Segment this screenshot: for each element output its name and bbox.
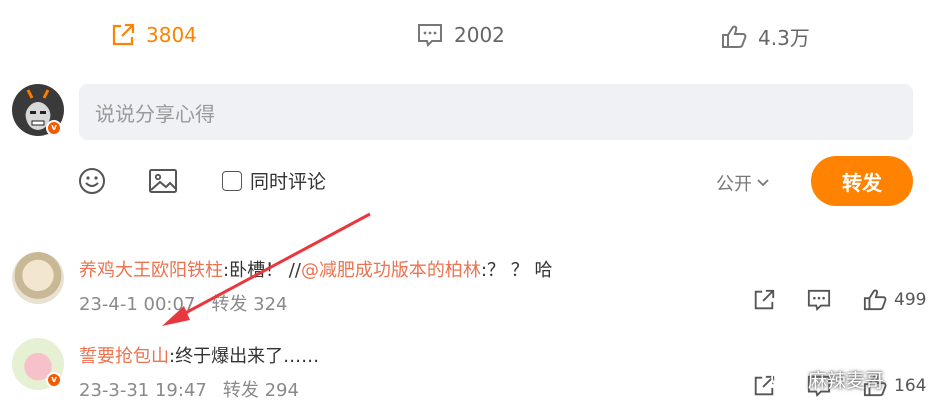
comment-icon	[418, 24, 442, 47]
also-comment-label: 同时评论	[250, 171, 327, 193]
comment-forward-link[interactable]: 转发 294	[223, 380, 299, 401]
visibility-select[interactable]: 公开	[716, 170, 770, 196]
comment-forward-link[interactable]: 转发 324	[211, 294, 287, 315]
comment-meta: 23-4-1 00:07 转发 324	[79, 290, 303, 316]
like-stat[interactable]: 4.3万	[720, 22, 810, 51]
comment-date: 23-3-31 19:47	[79, 380, 207, 401]
image-button[interactable]	[148, 167, 178, 199]
comment-stat[interactable]: 2002	[416, 22, 505, 48]
comment-content: 养鸡大王欧阳铁柱:卧槽！ //@减肥成功版本的柏林:？ ？ 哈	[79, 256, 552, 282]
watermark-text: 麻辣麦哥	[808, 370, 885, 392]
comment-meta: 23-3-31 19:47 转发 294	[79, 376, 315, 402]
chevron-down-icon	[757, 179, 769, 187]
comment-text: 卧槽！ //	[229, 260, 301, 281]
comment-like-count: 499	[894, 290, 927, 310]
comment-date: 23-4-1 00:07	[79, 294, 196, 315]
comment-text-tail: :？ ？ 哈	[480, 260, 553, 281]
verified-badge: v	[46, 120, 62, 136]
comment-username[interactable]: 誓要抢包山	[79, 346, 169, 367]
verified-badge: v	[46, 372, 62, 388]
image-icon	[149, 169, 177, 193]
comment-count: 2002	[454, 23, 505, 47]
stats-row: 3804 2002 4.3万	[0, 22, 929, 56]
repost-input[interactable]: 说说分享心得	[79, 84, 913, 140]
forward-count: 3804	[146, 23, 197, 47]
like-count: 4.3万	[758, 26, 810, 50]
comment-mention[interactable]: @减肥成功版本的柏林	[301, 260, 481, 281]
comment-reply-button[interactable]	[806, 288, 838, 312]
forward-stat[interactable]: 3804	[110, 22, 197, 48]
comment-like-button[interactable]: 499	[862, 288, 926, 312]
comment-text: 终于爆出来了……	[175, 346, 320, 367]
comment-like-count: 164	[894, 376, 927, 396]
comment-actions: 499	[752, 288, 926, 312]
emoji-button[interactable]	[78, 167, 106, 199]
visibility-value: 公开	[716, 174, 752, 195]
share-icon	[754, 289, 775, 310]
repost-submit-button[interactable]: 转发	[811, 156, 913, 206]
repost-input-placeholder: 说说分享心得	[95, 101, 215, 126]
comment-icon	[807, 289, 831, 312]
comment-share-button[interactable]	[752, 288, 782, 312]
like-icon	[722, 25, 747, 48]
wechat-icon	[771, 368, 801, 391]
also-comment-toggle[interactable]: 同时评论	[222, 167, 326, 194]
also-comment-checkbox[interactable]	[222, 170, 242, 191]
like-icon	[863, 289, 887, 311]
comment-content: 誓要抢包山:终于爆出来了……	[79, 342, 319, 368]
repost-submit-label: 转发	[842, 170, 882, 195]
emoji-icon	[79, 168, 105, 194]
commenter-avatar[interactable]	[12, 252, 64, 304]
watermark: 麻辣麦哥	[770, 366, 884, 393]
comment-username[interactable]: 养鸡大王欧阳铁柱	[79, 260, 223, 281]
share-icon	[112, 23, 135, 46]
